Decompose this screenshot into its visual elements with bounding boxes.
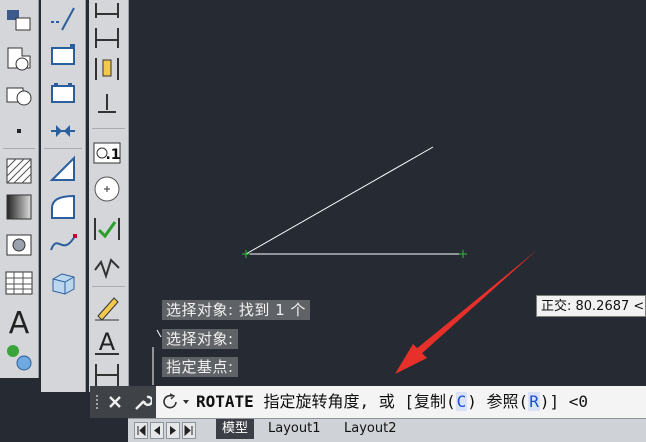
history-line-1: 选择对象: 找到 1 个 (162, 300, 310, 320)
command-line: ROTATE 指定旋转角度, 或 [复制(C) 参照(R)] <0 (90, 386, 646, 418)
command-prompt-text: 指定旋转角度, 或 [ (263, 392, 414, 411)
multiline-text-icon[interactable]: A (4, 306, 34, 336)
ortho-tooltip: 正交: 80.2687 < (536, 295, 646, 317)
dimension-continue-icon[interactable] (48, 78, 78, 108)
dimension-linear-icon[interactable] (48, 4, 78, 34)
spline-icon[interactable] (48, 228, 78, 258)
hatch-pattern-icon[interactable] (4, 156, 34, 186)
region-icon[interactable] (4, 42, 34, 72)
dimension-baseline-icon[interactable] (48, 40, 78, 70)
customize-wrench-icon[interactable] (132, 392, 154, 412)
svg-text:A: A (9, 306, 30, 336)
option-copy[interactable]: 复制(C) (414, 392, 477, 411)
command-trail: ] <0 (549, 392, 588, 411)
rotated-line (245, 146, 434, 255)
crosshair-cursor (152, 329, 162, 385)
add-selected-icon[interactable] (4, 342, 34, 372)
history-line-3: 指定基点: (162, 357, 238, 377)
dimension-toolbar (41, 0, 86, 392)
draw-order-icon[interactable] (4, 6, 34, 36)
dimension-radius-icon[interactable] (48, 192, 78, 222)
drag-handle-icon[interactable] (94, 394, 100, 410)
draw-toolbar: A (0, 0, 39, 378)
3d-box-icon[interactable] (48, 268, 78, 298)
ordinate-icon[interactable] (92, 54, 122, 84)
tab-model[interactable]: 模型 (216, 419, 255, 439)
annotation-toolbar: .1 A (89, 0, 129, 392)
history-line-2: 选择对象: (162, 329, 238, 349)
pencil-icon[interactable] (92, 292, 122, 322)
inspect-icon[interactable] (92, 90, 122, 120)
prev-tab-icon[interactable] (150, 422, 164, 439)
dimension-break-icon[interactable] (48, 116, 78, 146)
text-style-icon[interactable]: A (92, 326, 122, 356)
check-dimension-icon[interactable] (92, 214, 122, 244)
last-tab-icon[interactable] (182, 422, 196, 439)
boundary-icon[interactable] (4, 80, 34, 110)
svg-text:.1: .1 (105, 147, 120, 163)
drawing-canvas[interactable] (133, 0, 646, 385)
option-reference[interactable]: 参照(R) (487, 392, 549, 411)
tab-layout1[interactable]: Layout1 (262, 419, 326, 439)
jog-icon[interactable] (92, 252, 122, 282)
close-icon[interactable] (106, 393, 124, 411)
gradient-icon[interactable] (4, 192, 34, 222)
layout-tabs-bar: 模型 Layout1 Layout2 (128, 418, 646, 442)
hatch-icon[interactable] (4, 230, 34, 260)
drawing-layer (152, 146, 537, 385)
center-mark-icon[interactable] (92, 174, 122, 204)
recent-commands-icon[interactable] (162, 393, 192, 411)
tab-layout2[interactable]: Layout2 (338, 419, 402, 439)
command-name: ROTATE (196, 392, 254, 411)
annotation-arrow (395, 250, 537, 374)
tolerance-icon[interactable]: .1 (92, 138, 122, 168)
first-tab-icon[interactable] (134, 422, 148, 439)
command-input[interactable]: ROTATE 指定旋转角度, 或 [复制(C) 参照(R)] <0 (156, 386, 646, 418)
dimension-edit-icon[interactable] (92, 22, 122, 52)
command-prompt: ROTATE 指定旋转角度, 或 [复制(C) 参照(R)] <0 (196, 386, 588, 418)
dimension-arc-icon[interactable] (48, 154, 78, 184)
point-icon[interactable] (4, 116, 34, 146)
table-icon[interactable] (4, 268, 34, 298)
next-tab-icon[interactable] (166, 422, 180, 439)
svg-text:A: A (99, 328, 116, 356)
